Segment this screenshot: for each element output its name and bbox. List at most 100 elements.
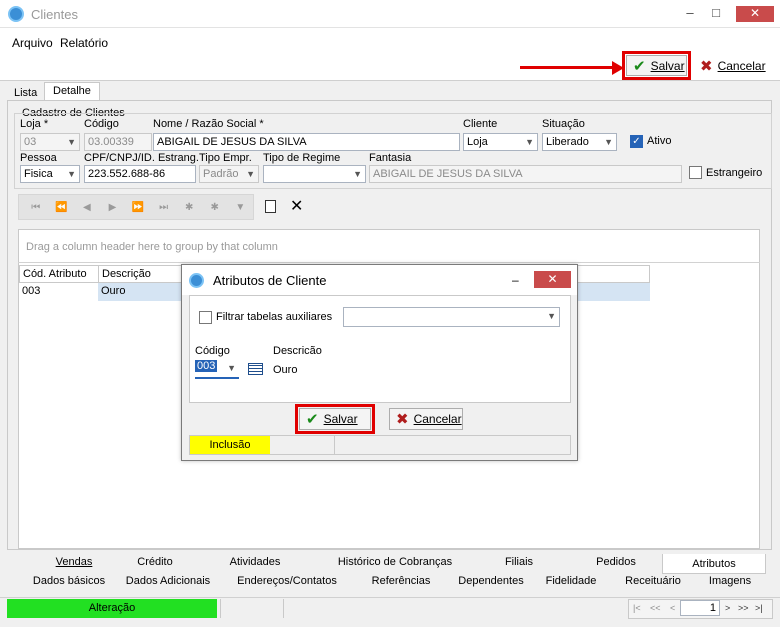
regime-label: Tipo de Regime [263, 152, 341, 164]
tab-pedidos[interactable]: Pedidos [580, 554, 652, 570]
column-header-codigo[interactable]: Cód. Atributo [19, 265, 99, 283]
nome-field[interactable]: ABIGAIL DE JESUS DA SILVA [153, 133, 460, 151]
tab-credito[interactable]: Crédito [122, 554, 188, 570]
bottom-tabs: Vendas Crédito Atividades Histórico de C… [14, 554, 772, 592]
prev-page-icon[interactable]: ⏪ [49, 202, 75, 213]
tab-enderecos[interactable]: Endereços/Contatos [226, 573, 348, 589]
pager-next2[interactable]: >> [738, 603, 749, 613]
cpf-label: CPF/CNPJ/ID. Estrang. [84, 152, 199, 164]
loja-label: Loja * [20, 118, 49, 130]
pessoa-select[interactable]: Fisica ▼ [20, 165, 80, 183]
tab-historico[interactable]: Histórico de Cobranças [324, 554, 466, 570]
ativo-label: Ativo [647, 135, 672, 147]
dialog-save-label: Salvar [323, 412, 358, 426]
status-mode: Alteração [7, 599, 217, 618]
ativo-checkbox[interactable]: ✓ [630, 135, 643, 148]
group-by-hint: Drag a column header here to group by th… [26, 241, 278, 253]
next-record-icon[interactable]: ▶ [100, 202, 126, 213]
new-document-icon[interactable] [265, 200, 276, 213]
highlight-arrow-line [520, 66, 620, 69]
situacao-select[interactable]: Liberado ▼ [542, 133, 617, 151]
tab-atividades[interactable]: Atividades [210, 554, 300, 570]
pager-prev2[interactable]: << [650, 603, 661, 613]
tab-vendas[interactable]: Vendas [44, 554, 104, 570]
loja-select[interactable]: 03 ▼ [20, 133, 80, 151]
divider [18, 262, 760, 263]
dialog-checkmark-icon: ✔ [306, 411, 319, 428]
tipo-empr-label: Tipo Empr. [199, 152, 252, 164]
calendar-lookup-icon[interactable] [248, 363, 263, 375]
first-record-icon[interactable]: ⏮ [23, 202, 49, 213]
menu-arquivo[interactable]: Arquivo [12, 36, 53, 50]
tab-imagens[interactable]: Imagens [696, 573, 764, 589]
dialog-save-button[interactable]: ✔ Salvar [299, 408, 371, 430]
record-navigator: ⏮ ⏪ ◀ ▶ ⏩ ⏭ ✱ ✱ ▼ [18, 194, 254, 220]
estrangeiro-label: Estrangeiro [706, 167, 763, 179]
tab-lista[interactable]: Lista [8, 85, 43, 101]
close-button[interactable]: ✕ [736, 6, 774, 22]
menu-relatorio[interactable]: Relatório [60, 36, 108, 50]
tab-filiais[interactable]: Filiais [484, 554, 554, 570]
dialog-cancel-button[interactable]: ✖ Cancelar [389, 408, 463, 430]
delete-x-icon[interactable]: ✕ [290, 196, 303, 216]
filter-checkbox[interactable] [199, 311, 212, 324]
regime-select[interactable]: ▼ [263, 165, 366, 183]
edit-icon[interactable]: ✱ [202, 202, 228, 213]
codigo-field: 03.00339 [84, 133, 152, 151]
nome-label: Nome / Razão Social * [153, 118, 264, 130]
cancel-button[interactable]: ✖ Cancelar [700, 57, 766, 75]
tab-receituario[interactable]: Receituário [614, 573, 692, 589]
pager-prev[interactable]: < [670, 603, 675, 613]
pager-last[interactable]: >| [755, 603, 763, 613]
dialog-descricao-label: Descricão [273, 345, 322, 357]
dialog-minimize-button[interactable]: – [512, 273, 519, 287]
fantasia-field: ABIGAIL DE JESUS DA SILVA [369, 165, 682, 183]
divider [220, 599, 221, 618]
divider [334, 436, 335, 454]
app-icon [8, 6, 24, 22]
filter-icon[interactable]: ▼ [228, 202, 254, 213]
divider [283, 599, 284, 618]
tab-dependentes[interactable]: Dependentes [450, 573, 532, 589]
next-page-icon[interactable]: ⏩ [125, 202, 151, 213]
tab-referencias[interactable]: Referências [360, 573, 442, 589]
x-icon: ✖ [700, 58, 713, 75]
page-number-input[interactable]: 1 [680, 600, 720, 616]
tab-dados-basicos[interactable]: Dados básicos [22, 573, 116, 589]
tipo-empr-select[interactable]: Padrão ▼ [199, 165, 259, 183]
dialog-status-mode: Inclusão [190, 436, 270, 454]
save-button[interactable]: ✔ Salvar [626, 55, 687, 76]
window-title: Clientes [31, 7, 78, 22]
prev-record-icon[interactable]: ◀ [74, 202, 100, 213]
dialog-close-button[interactable]: ✕ [534, 271, 571, 288]
tab-atributos[interactable]: Atributos [662, 554, 766, 574]
title-bar [0, 0, 780, 28]
cliente-label: Cliente [463, 118, 498, 130]
dialog-codigo-select[interactable]: 003 ▼ [195, 360, 239, 379]
tab-dados-adicionais[interactable]: Dados Adicionais [118, 573, 218, 589]
cpf-field[interactable]: 223.552.688-86 [84, 165, 196, 183]
fantasia-label: Fantasia [369, 152, 412, 164]
tab-detalhe[interactable]: Detalhe [44, 82, 100, 101]
pager-next[interactable]: > [725, 603, 730, 613]
filter-select[interactable]: ▼ [343, 307, 560, 327]
cliente-select[interactable]: Loja ▼ [463, 133, 538, 151]
atributos-dialog: Atributos de Cliente – ✕ Filtrar tabelas… [181, 264, 578, 461]
table-cell-codigo[interactable]: 003 [19, 283, 99, 301]
maximize-button[interactable]: □ [706, 0, 726, 28]
filter-label: Filtrar tabelas auxiliares [216, 311, 333, 323]
insert-icon[interactable]: ✱ [176, 202, 202, 213]
dialog-cancel-label: Cancelar [413, 412, 462, 426]
last-record-icon[interactable]: ⏭ [151, 202, 177, 213]
checkmark-icon: ✔ [633, 57, 646, 75]
minimize-button[interactable]: – [680, 0, 700, 28]
dialog-x-icon: ✖ [396, 411, 409, 428]
save-label: Salvar [650, 58, 685, 73]
pager-first[interactable]: |< [633, 603, 641, 613]
dialog-descricao-value: Ouro [273, 364, 298, 376]
estrangeiro-checkbox[interactable] [689, 166, 702, 179]
pessoa-label: Pessoa [20, 152, 57, 164]
situacao-label: Situação [542, 118, 585, 130]
codigo-label: Código [84, 118, 119, 130]
tab-fidelidade[interactable]: Fidelidade [534, 573, 608, 589]
